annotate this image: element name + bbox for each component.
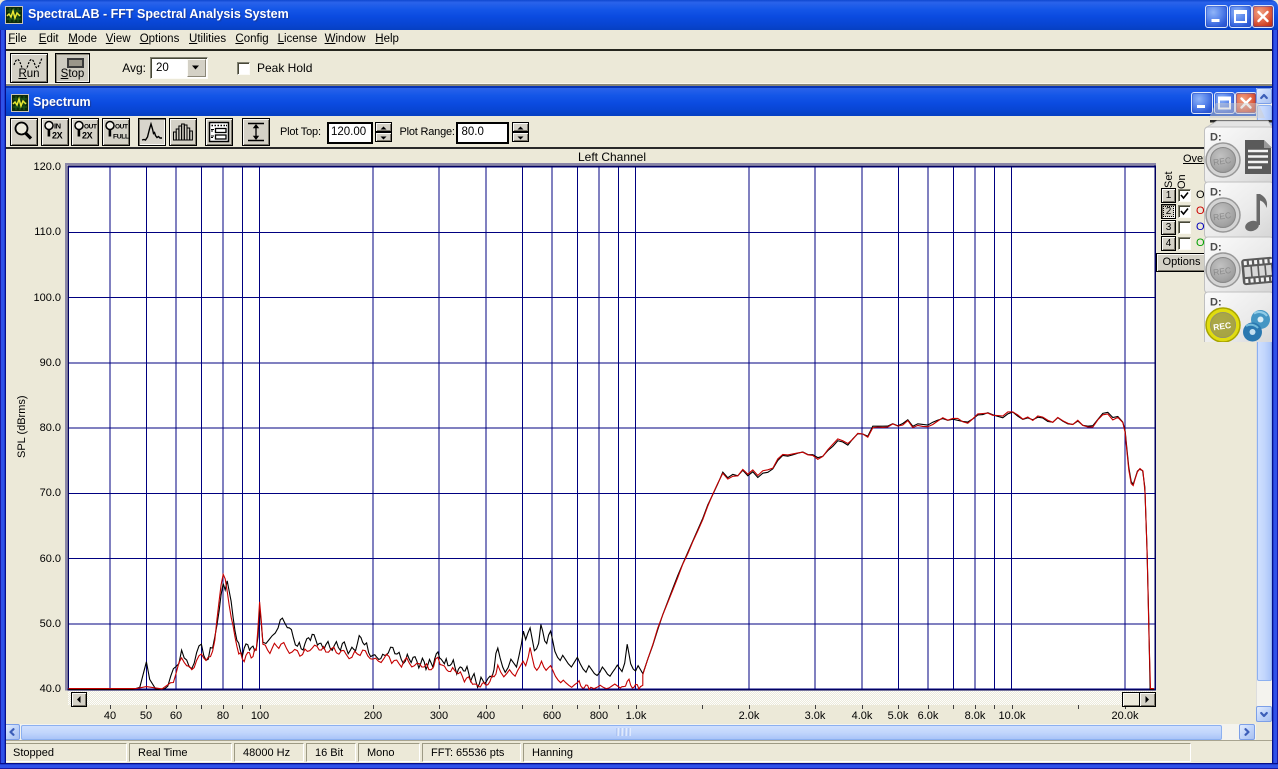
svg-text:D:: D: bbox=[1210, 187, 1222, 199]
svg-text:D:: D: bbox=[1210, 132, 1222, 144]
svg-text:D:: D: bbox=[1210, 242, 1222, 254]
svg-text:D:: D: bbox=[1210, 297, 1222, 309]
